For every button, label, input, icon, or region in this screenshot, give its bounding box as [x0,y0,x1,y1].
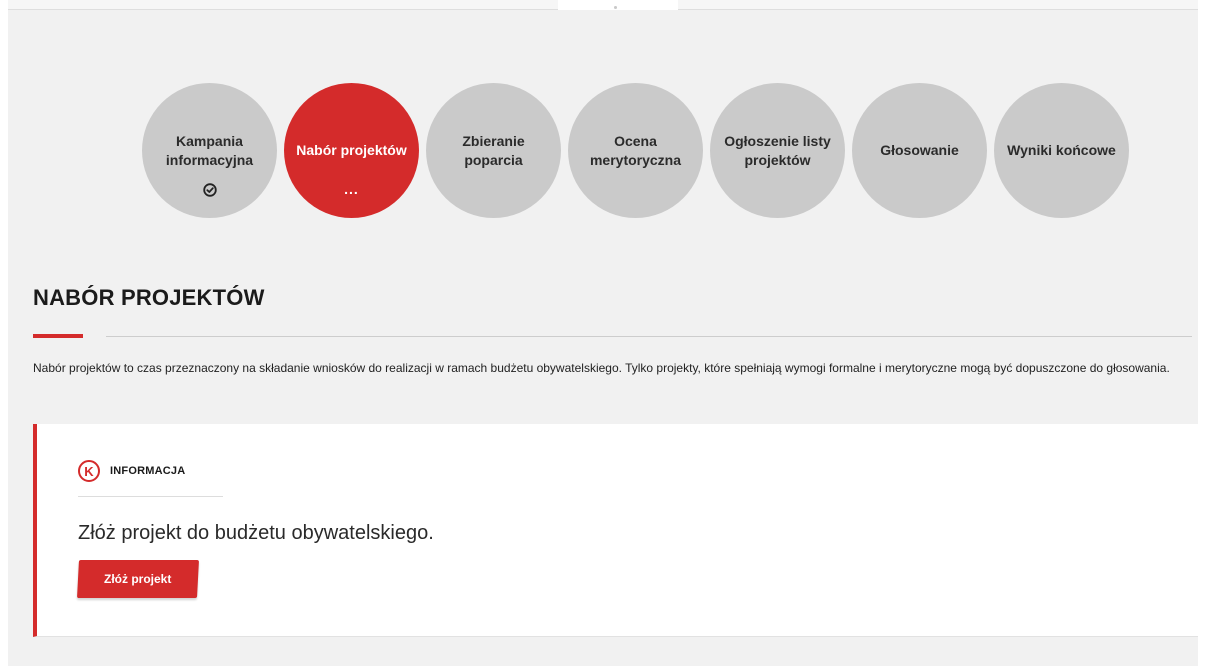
title-accent-bar [33,334,83,338]
step-ocena-merytoryczna[interactable]: Ocena merytoryczna [568,83,703,218]
step-status-dots: ... [344,181,359,197]
info-divider [78,496,223,497]
section-description: Nabór projektów to czas przeznaczony na … [33,361,1170,375]
title-divider [106,336,1192,337]
step-nabor-projektow[interactable]: Nabór projektów ... [284,83,419,218]
check-circle-icon [142,183,277,201]
k-logo-icon: K [78,460,100,482]
step-ogloszenie-listy-projektow[interactable]: Ogłoszenie listy projektów [710,83,845,218]
submit-project-button[interactable]: Złóż projekt [77,560,199,598]
step-label: Ocena merytoryczna [589,132,682,168]
submit-project-button-label: Złóż projekt [104,572,172,586]
step-label: Zbieranie poparcia [462,132,525,168]
info-message: Złóż projekt do budżetu obywatelskiego. [78,522,434,544]
page: Kampania informacyjna Nabór projektów ..… [8,0,1198,666]
process-steps: Kampania informacyjna Nabór projektów ..… [142,83,1129,218]
step-wyniki-koncowe[interactable]: Wyniki końcowe [994,83,1129,218]
step-kampania-informacyjna[interactable]: Kampania informacyjna [142,83,277,218]
info-label: INFORMACJA [110,465,186,477]
section-title: NABÓR PROJEKTÓW [33,285,265,310]
step-zbieranie-poparcia[interactable]: Zbieranie poparcia [426,83,561,218]
step-label: Wyniki końcowe [1007,142,1116,158]
info-card: K INFORMACJA Złóż projekt do budżetu oby… [33,424,1198,637]
step-glosowanie[interactable]: Głosowanie [852,83,987,218]
top-tab-handle[interactable] [558,0,678,10]
step-label: Głosowanie [880,142,959,158]
info-header: K INFORMACJA [78,460,185,482]
step-label: Ogłoszenie listy projektów [724,132,831,168]
step-label: Nabór projektów [296,142,407,158]
step-label: Kampania informacyjna [165,132,254,168]
